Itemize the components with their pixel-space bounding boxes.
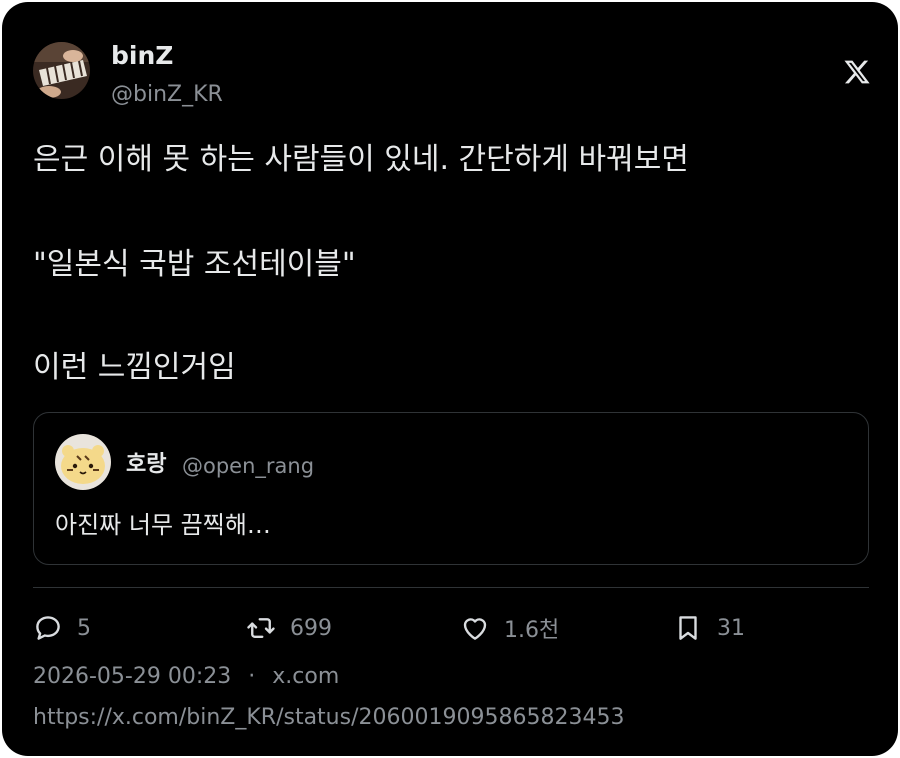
reply-count: 5 bbox=[77, 615, 91, 641]
quoted-author-handle[interactable]: @open_rang bbox=[182, 452, 314, 480]
tweet-text-line-2: "일본식 국밥 조선테이블" bbox=[33, 247, 356, 282]
bookmark-button[interactable]: 31 bbox=[673, 610, 745, 646]
divider bbox=[33, 587, 869, 588]
separator-dot: · bbox=[248, 664, 256, 689]
author-avatar[interactable] bbox=[33, 42, 90, 99]
like-button[interactable]: 1.6천 bbox=[460, 610, 559, 646]
quoted-author-avatar[interactable] bbox=[55, 434, 111, 490]
tweet-text-line-1: 은근 이해 못 하는 사람들이 있네. 간단하게 바꿔보면 bbox=[33, 142, 689, 177]
retweet-count: 699 bbox=[290, 615, 332, 641]
reply-button[interactable]: 5 bbox=[33, 610, 91, 646]
like-count: 1.6천 bbox=[504, 618, 560, 643]
source-link[interactable]: x.com bbox=[272, 664, 339, 689]
heart-icon bbox=[463, 618, 487, 640]
author-name[interactable]: binZ bbox=[111, 40, 173, 72]
bookmark-icon bbox=[679, 616, 697, 640]
quoted-author-name[interactable]: 호랑 bbox=[126, 451, 166, 479]
retweet-icon bbox=[247, 618, 275, 638]
status-url[interactable]: https://x.com/binZ_KR/status/20600190958… bbox=[33, 703, 624, 733]
bookmark-count: 31 bbox=[717, 615, 745, 641]
timestamp-row: 2026-05-29 00:23 · x.com bbox=[33, 662, 339, 692]
author-handle[interactable]: @binZ_KR bbox=[111, 80, 223, 110]
quoted-tweet[interactable]: 호랑 @open_rang 아진짜 너무 끔찍해… bbox=[33, 412, 869, 565]
x-logo-icon[interactable] bbox=[843, 58, 871, 86]
reply-icon bbox=[36, 616, 60, 640]
tweet-card: binZ @binZ_KR 은근 이해 못 하는 사람들이 있네. 간단하게 바… bbox=[2, 2, 898, 756]
retweet-button[interactable]: 699 bbox=[246, 610, 332, 646]
timestamp[interactable]: 2026-05-29 00:23 bbox=[33, 664, 231, 689]
quoted-tweet-text: 아진짜 너무 끔찍해… bbox=[55, 511, 271, 539]
tweet-text-line-3: 이런 느낌인거임 bbox=[33, 350, 236, 385]
